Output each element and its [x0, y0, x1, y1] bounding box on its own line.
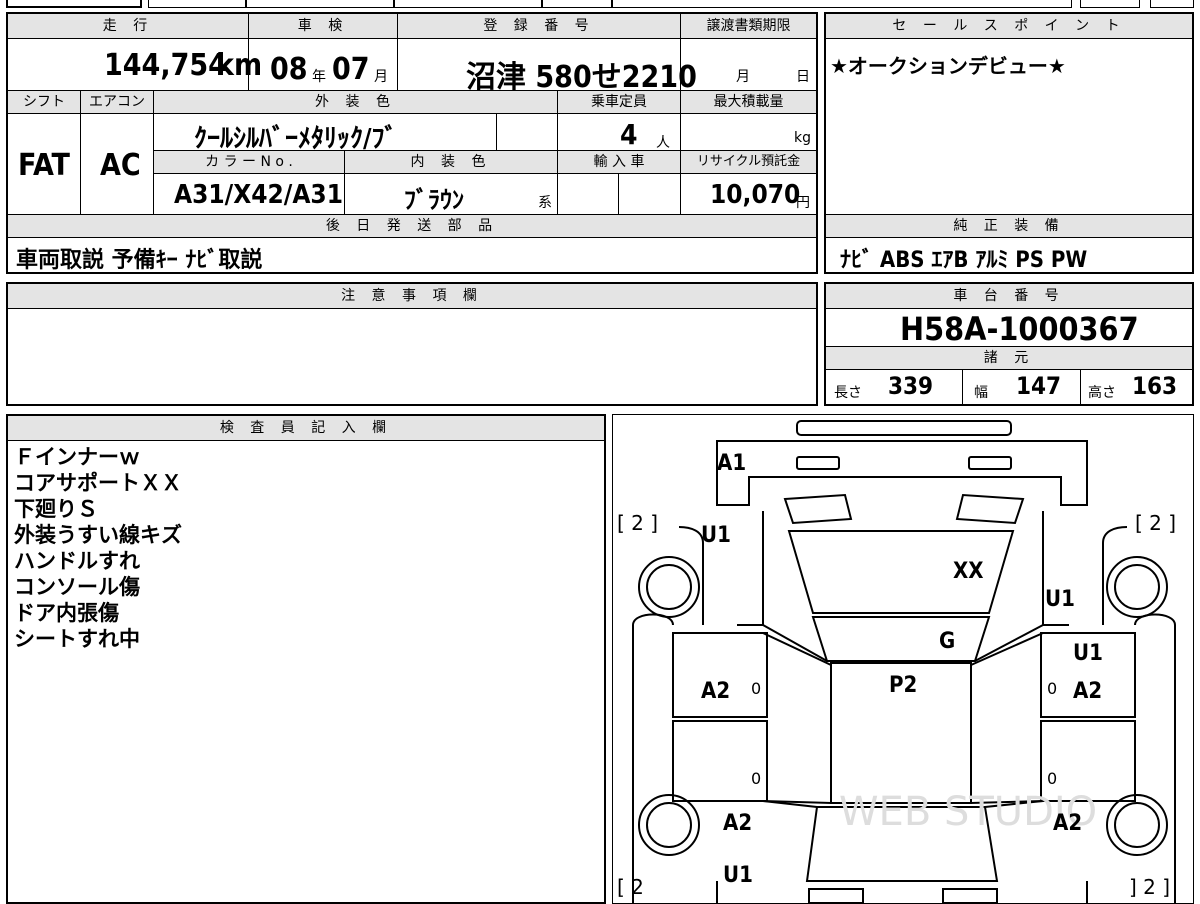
top-cutoff-strip — [0, 0, 1200, 8]
length-label: 長さ — [834, 385, 862, 401]
tire-mark-rear-left: [ 2 — [617, 875, 644, 899]
inspector-note: Ｆインナーｗ — [14, 445, 140, 469]
recycle-value: 10,070 — [710, 180, 801, 210]
aircon-label: エアコン — [81, 91, 153, 113]
aircon-value: AC — [100, 148, 141, 183]
inspector-note: コアサポートＸＸ — [14, 471, 182, 495]
shift-label: シフト — [8, 91, 80, 113]
width-value: 147 — [1016, 372, 1062, 400]
zero-mark: 0 — [1047, 679, 1058, 698]
inspector-notes-list: Ｆインナーｗ コアサポートＸＸ 下廻りＳ 外装うすい線キズ ハンドルすれ コンソ… — [14, 444, 182, 652]
sales-point-box: セ ー ル ス ポ イ ン ト ★オークションデビュー★ 純 正 装 備 ﾅﾋﾞ… — [824, 12, 1194, 274]
damage-mark: A2 — [1073, 679, 1103, 704]
transfer-day-unit: 日 — [796, 69, 810, 85]
damage-mark: A1 — [717, 451, 747, 476]
inspector-label: 検 査 員 記 入 欄 — [8, 416, 604, 440]
sales-point-value: ★オークションデビュー★ — [830, 54, 1066, 78]
width-label: 幅 — [974, 385, 988, 401]
chassis-label: 車 台 番 号 — [826, 284, 1192, 308]
inspector-note: ドア内張傷 — [14, 601, 119, 625]
zero-mark: 0 — [1047, 769, 1058, 788]
tire-mark-front-right: [ 2 ] — [1135, 511, 1177, 535]
damage-mark: U1 — [1073, 641, 1103, 666]
exterior-color-label: 外 装 色 — [154, 91, 557, 113]
registration-label: 登 録 番 号 — [398, 14, 680, 38]
capacity-unit: 人 — [656, 135, 670, 151]
import-label: 輸 入 車 — [558, 151, 680, 173]
height-value: 163 — [1132, 372, 1178, 400]
interior-color-label: 内 装 色 — [345, 151, 557, 173]
inspector-note: 下廻りＳ — [14, 497, 98, 521]
caution-label: 注 意 事 項 欄 — [8, 284, 816, 308]
chassis-value: H58A-1000367 — [900, 310, 1139, 348]
sales-point-label: セ ー ル ス ポ イ ン ト — [826, 14, 1192, 38]
damage-mark: A2 — [1053, 811, 1083, 836]
capacity-value: 4 — [620, 118, 638, 151]
shift-value: FAT — [18, 148, 70, 183]
damage-mark: A2 — [723, 811, 753, 836]
damage-mark: P2 — [889, 673, 918, 698]
color-no-label: カ ラ ー N o . — [154, 151, 344, 173]
genuine-equipment-label: 純 正 装 備 — [826, 215, 1192, 237]
car-outline-drawing: WEB STUDIO — [632, 420, 1176, 903]
length-value: 339 — [888, 372, 934, 400]
inspection-year-unit: 年 — [312, 69, 326, 85]
max-load-label: 最大積載量 — [681, 91, 816, 113]
inspection-year: 08 — [270, 52, 308, 87]
inspector-note: シートすれ中 — [14, 627, 140, 651]
recycle-label: リサイクル預託金 — [681, 151, 816, 173]
damage-mark: A2 — [701, 679, 731, 704]
height-label: 高さ — [1088, 385, 1116, 401]
genuine-equipment-value: ﾅﾋﾞ ABS ｴｱB ｱﾙﾐ PS PW — [840, 248, 1088, 273]
mileage-unit: km — [216, 48, 263, 83]
inspector-note: ハンドルすれ — [14, 549, 140, 573]
damage-mark: U1 — [701, 523, 731, 548]
chassis-box: 車 台 番 号 H58A-1000367 諸 元 長さ 339 幅 147 高さ… — [824, 282, 1194, 406]
interior-color-suffix: 系 — [538, 195, 552, 211]
mileage-value: 144,754 — [104, 48, 227, 83]
later-parts-value: 車両取説 予備ｷｰ ﾅﾋﾞ取説 — [16, 248, 263, 273]
interior-color-value: ﾌﾞﾗｳﾝ — [404, 186, 464, 214]
zero-mark: 0 — [751, 679, 762, 698]
caution-box: 注 意 事 項 欄 — [6, 282, 818, 406]
specs-label: 諸 元 — [826, 347, 1192, 369]
zero-mark: 0 — [751, 769, 762, 788]
inspection-month-unit: 月 — [374, 69, 388, 85]
car-damage-diagram: WEB STUDIO A1 U1 XX U1 G U1 A2 P2 A2 A2 … — [612, 414, 1194, 904]
color-no-value: A31/X42/A31 — [174, 180, 343, 210]
max-load-unit: kg — [794, 130, 811, 146]
damage-mark: U1 — [1045, 587, 1075, 612]
inspector-box: 検 査 員 記 入 欄 Ｆインナーｗ コアサポートＸＸ 下廻りＳ 外装うすい線キ… — [6, 414, 606, 904]
later-parts-label: 後 日 発 送 部 品 — [8, 215, 816, 237]
tire-mark-front-left: [ 2 ] — [617, 511, 659, 535]
capacity-label: 乗車定員 — [558, 91, 680, 113]
transfer-month-unit: 月 — [736, 69, 750, 85]
recycle-unit: 円 — [796, 195, 810, 211]
mileage-label: 走 行 — [8, 14, 248, 38]
inspection-label: 車 検 — [249, 14, 397, 38]
damage-mark: XX — [953, 559, 984, 584]
vehicle-info-table: 走 行 車 検 登 録 番 号 譲渡書類期限 144,754 km 08 年 0… — [6, 12, 818, 274]
inspector-note: コンソール傷 — [14, 575, 140, 599]
damage-mark: G — [939, 629, 956, 654]
tire-mark-rear-right: ] 2 ] — [1129, 875, 1171, 899]
inspection-month: 07 — [332, 52, 370, 87]
transfer-deadline-label: 譲渡書類期限 — [681, 14, 816, 38]
damage-mark: U1 — [723, 863, 753, 888]
inspector-note: 外装うすい線キズ — [14, 523, 182, 547]
